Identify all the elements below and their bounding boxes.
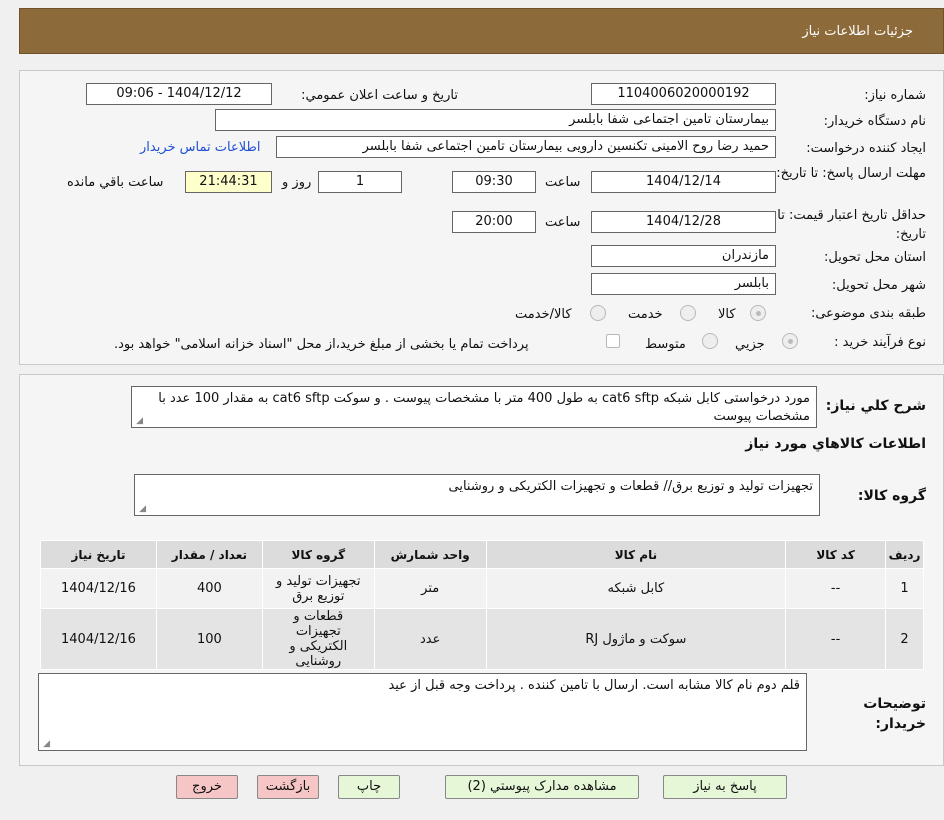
col-unit: واحد شمارش [373, 540, 487, 569]
goods-table: ردیف کد کالا نام کالا واحد شمارش گروه کا… [40, 540, 924, 670]
need-number-field[interactable]: 1104006020000192 [591, 83, 776, 105]
category-goods-label: کالا [718, 307, 736, 322]
category-both-label: کالا/خدمت [515, 307, 572, 322]
table-cell: 400 [155, 568, 263, 609]
creator-field[interactable]: حمید رضا روح الامینی تکنسین دارویی بیمار… [276, 136, 776, 158]
table-cell: 2 [885, 608, 924, 670]
col-goods-group: گروه کالا [261, 540, 375, 569]
validity-label: حداقل تاریخ اعتبار قیمت: تا تاریخ: [777, 208, 926, 242]
table-cell: 100 [155, 608, 263, 670]
buyer-notes-content: قلم دوم نام کالا مشابه است. ارسال با تام… [388, 678, 800, 693]
description-content: مورد درخواستی کابل شبکه cat6 sftp به طول… [158, 391, 810, 424]
category-label: طبقه بندی موضوعی: [810, 306, 926, 321]
province-label: استان محل تحویل: [824, 250, 926, 265]
process-minor-label: جزیي [735, 337, 765, 352]
table-row: 1 -- کابل شبکه متر تجهیزات تولید و توزیع… [40, 568, 924, 609]
table-cell: 1 [885, 568, 924, 609]
treasury-payment-note: پرداخت تمام یا بخشی از مبلغ خرید،از محل … [114, 337, 529, 352]
deadline-label: مهلت ارسال پاسخ: تا تاریخ: [776, 166, 926, 181]
category-both-radio[interactable] [590, 305, 606, 321]
table-cell: تجهیزات تولید و توزیع برق [261, 568, 375, 609]
table-cell: 1404/12/16 [40, 608, 157, 670]
view-attachments-button[interactable]: مشاهده مدارک پیوستي (2) [445, 775, 639, 799]
goods-group-content: تجهیزات تولید و توزیع برق// قطعات و تجهی… [448, 479, 814, 494]
deadline-time-field[interactable]: 09:30 [452, 171, 536, 193]
remaining-label: ساعت باقي مانده [67, 175, 164, 190]
treasury-payment-checkbox[interactable] [606, 334, 620, 348]
province-field[interactable]: مازندران [591, 245, 776, 267]
reply-button[interactable]: پاسخ به نیاز [663, 775, 787, 799]
col-goods-name: نام کالا [485, 540, 787, 569]
table-cell: -- [785, 608, 887, 670]
deadline-time-label: ساعت [545, 175, 581, 190]
validity-time-field[interactable]: 20:00 [452, 211, 536, 233]
buyer-notes-label: توضیحات خریدار: [863, 696, 926, 732]
table-cell: 1404/12/16 [40, 568, 157, 609]
table-cell: قطعات و تجهیزات الکتریکی و روشنایی [261, 608, 375, 670]
col-goods-code: کد کالا [785, 540, 887, 569]
table-cell: عدد [373, 608, 487, 670]
col-row-number: ردیف [885, 540, 924, 569]
resize-grip-icon[interactable]: ◢ [42, 740, 50, 749]
description-label: شرح کلي نیاز: [825, 398, 926, 414]
table-row: 2 -- سوکت و ماژول RJ عدد قطعات و تجهیزات… [40, 608, 924, 670]
goods-group-label: گروه کالا: [857, 488, 926, 504]
table-cell: کابل شبکه [485, 568, 787, 609]
creator-label: ایجاد کننده درخواست: [806, 141, 926, 156]
page-title: جزئیات اطلاعات نیاز [802, 24, 913, 39]
process-medium-label: متوسط [645, 337, 686, 352]
print-button[interactable]: چاپ [338, 775, 400, 799]
need-number-label: شماره نیاز: [864, 88, 926, 103]
remaining-time-field: 21:44:31 [185, 171, 272, 193]
validity-date-field[interactable]: 1404/12/28 [591, 211, 776, 233]
process-minor-radio[interactable] [782, 333, 798, 349]
process-label: نوع فرآیند خرید : [834, 335, 926, 350]
buyer-contact-link[interactable]: اطلاعات تماس خریدار [140, 140, 260, 155]
table-cell: متر [373, 568, 487, 609]
goods-section-title: اطلاعات کالاهاي مورد نیاز [745, 436, 926, 452]
days-label: روز و [282, 175, 312, 190]
table-cell: سوکت و ماژول RJ [485, 608, 787, 670]
exit-button[interactable]: خروج [176, 775, 238, 799]
deadline-date-field[interactable]: 1404/12/14 [591, 171, 776, 193]
category-service-label: خدمت [628, 307, 663, 322]
days-field[interactable]: 1 [318, 171, 402, 193]
description-text: مورد درخواستی کابل شبکه cat6 sftp به طول… [131, 386, 817, 428]
col-need-date: تاریخ نیاز [40, 540, 157, 569]
category-goods-radio[interactable] [750, 305, 766, 321]
validity-time-label: ساعت [545, 215, 581, 230]
col-quantity: تعداد / مقدار [155, 540, 263, 569]
buyer-org-label: نام دستگاه خریدار: [823, 114, 926, 129]
back-button[interactable]: بازگشت [257, 775, 319, 799]
page-header: جزئیات اطلاعات نیاز [19, 8, 944, 54]
announce-label: تاریخ و ساعت اعلان عمومي: [301, 88, 458, 103]
category-service-radio[interactable] [680, 305, 696, 321]
buyer-notes-text: قلم دوم نام کالا مشابه است. ارسال با تام… [38, 673, 807, 751]
process-medium-radio[interactable] [702, 333, 718, 349]
buyer-org-field[interactable]: بیمارستان تامین اجتماعی شفا بابلسر [215, 109, 776, 131]
goods-group-text: تجهیزات تولید و توزیع برق// قطعات و تجهی… [134, 474, 820, 516]
resize-grip-icon[interactable]: ◢ [135, 417, 143, 426]
city-label: شهر محل تحویل: [831, 278, 926, 293]
city-field[interactable]: بابلسر [591, 273, 776, 295]
announce-field[interactable]: 1404/12/12 - 09:06 [86, 83, 272, 105]
table-header-row: ردیف کد کالا نام کالا واحد شمارش گروه کا… [40, 540, 924, 569]
table-cell: -- [785, 568, 887, 609]
resize-grip-icon[interactable]: ◢ [138, 505, 146, 514]
